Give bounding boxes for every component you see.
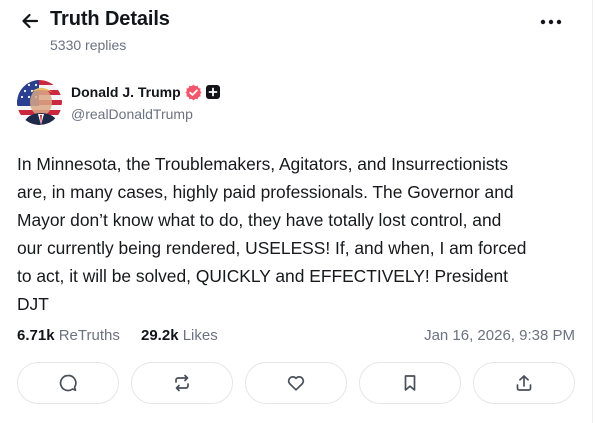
author-handle[interactable]: @realDonaldTrump <box>71 106 193 122</box>
avatar-image <box>17 80 62 125</box>
reply-count: 5330 replies <box>50 37 127 53</box>
bookmark-icon <box>404 375 416 391</box>
verified-badge-icon <box>185 84 202 101</box>
avatar[interactable] <box>17 80 62 125</box>
retruths-label: ReTruths <box>58 327 120 344</box>
post-stats: 6.71k ReTruths 29.2k Likes Jan 16, 2026,… <box>17 327 577 347</box>
post-actions <box>17 362 579 406</box>
back-button[interactable] <box>18 9 42 33</box>
share-button[interactable] <box>473 362 575 404</box>
page-header: Truth Details 5330 replies <box>0 0 595 60</box>
like-button[interactable] <box>245 362 347 404</box>
retruth-icon <box>175 374 189 392</box>
heart-icon <box>287 376 305 391</box>
reply-button[interactable] <box>17 362 119 404</box>
retruths-count: 6.71k <box>17 327 55 344</box>
likes-count: 29.2k <box>141 327 179 344</box>
bookmark-button[interactable] <box>359 362 461 404</box>
page-border <box>592 0 593 423</box>
post-text: In Minnesota, the Troublemakers, Agitato… <box>17 154 527 314</box>
author-name[interactable]: Donald J. Trump <box>71 84 181 100</box>
page-title: Truth Details <box>50 8 170 30</box>
comment-icon <box>59 374 77 392</box>
likes-stat[interactable]: 29.2k Likes <box>141 327 218 344</box>
likes-label: Likes <box>182 327 218 344</box>
share-icon <box>516 375 532 391</box>
more-options-button[interactable] <box>536 10 566 34</box>
plus-badge-icon <box>206 85 220 99</box>
retruths-stat[interactable]: 6.71k ReTruths <box>17 327 120 344</box>
retruth-button[interactable] <box>131 362 233 404</box>
arrow-left-icon <box>22 13 39 29</box>
more-horizontal-icon <box>540 19 562 25</box>
post-timestamp: Jan 16, 2026, 9:38 PM <box>424 327 575 344</box>
